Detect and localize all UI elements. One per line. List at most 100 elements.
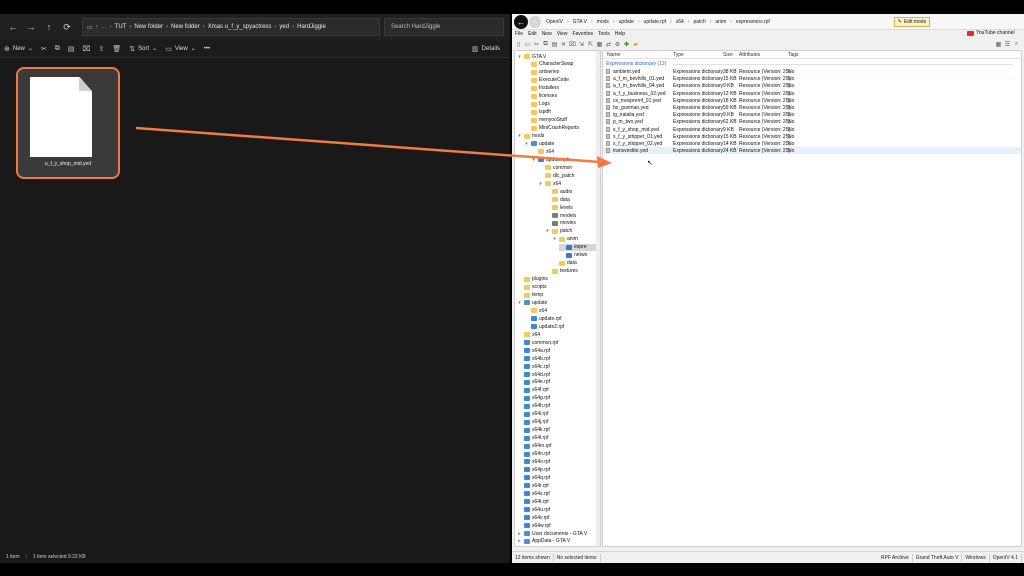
tree-item[interactable]: licenses (524, 93, 557, 100)
file-row[interactable]: s_f_y_shop_mid.yed Expressions dictionary… (603, 126, 1021, 133)
view-button[interactable]: ▭ View ⌄ (161, 42, 200, 56)
tree-item[interactable]: x64k.rpf (517, 427, 550, 434)
new-folder-icon[interactable]: ▭ (524, 41, 531, 48)
tree-item[interactable]: dlc_patch (538, 172, 574, 179)
expand-chevron-icon[interactable]: ▾ (517, 133, 522, 139)
column-header-name[interactable]: Name (607, 52, 620, 58)
tree-item[interactable]: x64e.rpf (517, 379, 550, 386)
copy-button[interactable]: ⧉ (51, 42, 64, 56)
file-row[interactable]: s_f_y_stripper_01.yed Expressions diction… (603, 133, 1021, 140)
rename-button[interactable]: ⌧ (78, 42, 94, 56)
tree-item[interactable]: MiniCrashReports (524, 125, 579, 132)
menu-item[interactable]: Favorites (572, 31, 593, 37)
tree-item[interactable]: ▾ patch (545, 228, 572, 235)
paste-button[interactable]: ▤ (64, 42, 79, 56)
tree-item[interactable]: x64w.rpf (517, 522, 551, 529)
tree-item[interactable]: lspdfr (524, 109, 551, 116)
import-icon[interactable]: ⇱ (587, 41, 594, 48)
back-arrow-icon[interactable]: ← (4, 18, 22, 36)
expand-chevron-icon[interactable]: ▾ (524, 141, 529, 147)
tree-item[interactable]: Logs (524, 101, 550, 108)
expand-chevron-icon[interactable]: ▾ (552, 236, 557, 242)
replace-icon[interactable]: ⇄ (605, 41, 612, 48)
tree-item[interactable]: ▾ update.rpf (531, 156, 568, 163)
tree-item[interactable]: CharacterSwap (524, 61, 573, 68)
breadcrumb-item[interactable]: mods (597, 19, 609, 25)
breadcrumb-item[interactable]: GTA V (573, 19, 587, 25)
copy-icon[interactable]: ⧉ (542, 41, 549, 48)
breadcrumb-item[interactable]: Xmas u_f_y_spyactress (208, 24, 272, 30)
tree-item[interactable]: x64i.rpf (517, 411, 548, 418)
properties-icon[interactable]: ▦ (596, 41, 603, 48)
tree-item[interactable]: textures (545, 268, 578, 275)
tree-item[interactable]: update.rpf (524, 315, 562, 322)
breadcrumb-item[interactable]: x64 (676, 19, 684, 25)
forward-arrow-icon[interactable]: → (529, 16, 541, 28)
breadcrumb-item[interactable]: patch (693, 19, 705, 25)
tree-item[interactable]: x64 (524, 307, 547, 314)
tree-item[interactable]: common (538, 164, 572, 171)
breadcrumb-item[interactable]: anim (715, 19, 726, 25)
delete-icon[interactable]: ✕ (560, 41, 567, 48)
rename-icon[interactable]: ⌧ (569, 41, 576, 48)
paste-icon[interactable]: ▤ (551, 41, 558, 48)
tree-item[interactable]: ▾ update (524, 140, 554, 147)
breadcrumb-item[interactable]: yed (279, 24, 289, 30)
column-header-tags[interactable]: Tags (788, 52, 799, 58)
breadcrumb-item[interactable]: expressions.rpf (736, 19, 770, 25)
back-arrow-icon[interactable]: ← (514, 15, 528, 29)
tree-item[interactable]: x64a.rpf (517, 347, 550, 354)
tree-item[interactable]: x64h.rpf (517, 403, 550, 410)
tree-item[interactable]: x64r.rpf (517, 482, 549, 489)
breadcrumb-item[interactable]: update.rpf (644, 19, 667, 25)
new-button[interactable]: ⊕ New ⌄ (0, 42, 37, 56)
file-row[interactable]: hc_gunman.yed Expressions dictionary 59 KB… (603, 104, 1021, 111)
tree-item[interactable]: x64t.rpf (517, 498, 549, 505)
collapse-chevron-icon[interactable]: ▸ (517, 538, 522, 544)
share-button[interactable]: ⇪ (95, 42, 109, 56)
collapse-chevron-icon[interactable]: ▸ (517, 531, 522, 537)
breadcrumb-item[interactable]: OpenIV (546, 19, 563, 25)
breadcrumb-item[interactable]: New folder (134, 24, 163, 30)
tree-item[interactable]: x64p.rpf (517, 466, 550, 473)
tree-item[interactable]: x64o.rpf (517, 458, 550, 465)
breadcrumb-item[interactable]: TUT (115, 24, 127, 30)
expand-chevron-icon[interactable]: ▾ (545, 228, 550, 234)
openiv-address-bar[interactable]: OpenIV › GTA V › mods › update › update.rpf › x64 ›… (546, 16, 846, 28)
tree-item[interactable]: x64m.rpf (517, 443, 551, 450)
tree-item[interactable]: movies (545, 220, 576, 227)
file-row[interactable]: s_f_y_stripper_02.yed Expressions diction… (603, 140, 1021, 147)
file-row[interactable]: cs_movpremf_01.yed Expressions dictionary… (603, 97, 1021, 104)
tree-item[interactable]: x64 (517, 331, 540, 338)
forward-arrow-icon[interactable]: → (22, 18, 40, 36)
menu-item[interactable]: Help (615, 31, 625, 37)
tree-item[interactable]: plugins (517, 276, 548, 283)
refresh-icon[interactable]: ⟳ (58, 18, 76, 36)
tree-item[interactable]: ▾ x64 (538, 180, 561, 187)
breadcrumb-item[interactable]: New folder (171, 24, 200, 30)
tree-item[interactable]: temp (517, 292, 543, 299)
tree-item[interactable]: ▾ anim (552, 236, 578, 243)
tree-item[interactable]: ▾ mods (517, 133, 544, 140)
tree-item[interactable]: scripts (517, 284, 546, 291)
tree-item[interactable]: x64l.rpf (517, 435, 548, 442)
expand-chevron-icon[interactable]: ▾ (538, 181, 543, 187)
details-button[interactable]: ▥ Details (468, 42, 504, 56)
tree-item[interactable]: x64f.rpf (517, 387, 549, 394)
menu-item[interactable]: Edit (528, 31, 537, 37)
tree-item[interactable]: x64u.rpf (517, 506, 550, 513)
details-view-icon[interactable]: ☰ (1004, 41, 1011, 48)
tree-item[interactable]: menyooStuff (524, 117, 567, 124)
tree-item[interactable]: x64v.rpf (517, 514, 549, 521)
column-header-type[interactable]: Type (673, 52, 684, 58)
more-options-button[interactable]: ••• (200, 42, 214, 56)
menu-item[interactable]: New (542, 31, 552, 37)
menu-item[interactable]: Tools (598, 31, 610, 37)
file-row[interactable]: ig_natalia.yed Expressions dictionary 9 KB… (603, 111, 1021, 118)
tree-item[interactable]: x64d.rpf (517, 371, 550, 378)
column-header-size[interactable]: Size (723, 52, 733, 58)
file-row[interactable]: ambient.yed Expressions dictionary 38 KB Re… (603, 68, 1021, 75)
export-icon[interactable]: ⇲ (578, 41, 585, 48)
tree-item[interactable]: x64g.rpf (517, 395, 550, 402)
tree-item[interactable]: common.rpf (517, 339, 558, 346)
